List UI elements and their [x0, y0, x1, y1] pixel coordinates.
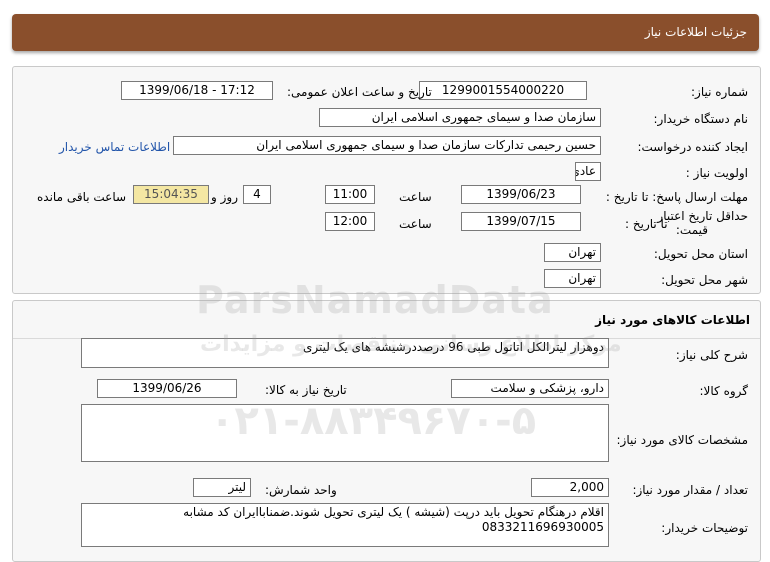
province-field[interactable]: تهران: [544, 243, 601, 262]
page-header: جزئیات اطلاعات نیاز: [12, 14, 759, 51]
reply-deadline-label: مهلت ارسال پاسخ: تا تاریخ :: [605, 190, 748, 204]
requester-label: ایجاد کننده درخواست:: [637, 140, 748, 154]
goods-info-panel: اطلاعات کالاهای مورد نیاز شرح کلی نیاز: …: [12, 300, 761, 562]
reply-time-field[interactable]: 11:00: [325, 185, 375, 204]
city-field[interactable]: تهران: [544, 269, 601, 288]
until-date-label: تا تاریخ :: [625, 217, 668, 231]
validity-time-field[interactable]: 12:00: [325, 212, 375, 231]
priority-field[interactable]: عادی: [575, 162, 601, 181]
need-date-label: تاریخ نیاز به کالا:: [265, 383, 347, 397]
qty-label: تعداد / مقدار مورد نیاز:: [632, 483, 748, 497]
announce-label: تاریخ و ساعت اعلان عمومی:: [287, 85, 432, 99]
need-info-panel: شماره نیاز: 1299001554000220 تاریخ و ساع…: [12, 66, 761, 294]
province-label: استان محل تحویل:: [653, 247, 748, 261]
price-validity-label: حداقل تاریخ اعتبار: [657, 209, 748, 223]
buyer-org-label: نام دستگاه خریدار:: [653, 112, 749, 126]
priority-label: اولویت نیاز :: [685, 166, 748, 180]
buyer-notes-field[interactable]: اقلام درهنگام تحویل باید درپت (شیشه ) یک…: [81, 503, 609, 547]
requester-field[interactable]: حسین رحیمی تدارکات سازمان صدا و سیمای جم…: [173, 136, 601, 155]
general-desc-field[interactable]: دوهزار لیترالکل اتانول طبی 96 درصددرشیشه…: [81, 338, 609, 368]
buyer-contact-link[interactable]: اطلاعات تماس خریدار: [59, 140, 170, 154]
buyer-notes-label: توضیحات خریدار:: [661, 521, 748, 535]
specs-field[interactable]: [81, 404, 609, 462]
need-number-label: شماره نیاز:: [691, 85, 748, 99]
validity-time-label: ساعت: [399, 217, 432, 231]
qty-field[interactable]: 2,000: [531, 478, 609, 497]
goods-section-title: اطلاعات کالاهای مورد نیاز: [595, 313, 750, 327]
unit-field[interactable]: لیتر: [193, 478, 251, 497]
reply-time-label: ساعت: [399, 190, 432, 204]
days-field[interactable]: 4: [243, 185, 271, 204]
need-number-field[interactable]: 1299001554000220: [419, 81, 587, 100]
price-validity-label-2: قیمت:: [675, 223, 708, 237]
goods-group-label: گروه کالا:: [699, 384, 749, 398]
need-date-field[interactable]: 1399/06/26: [97, 379, 237, 398]
announce-field[interactable]: 1399/06/18 - 17:12: [121, 81, 273, 100]
reply-date-field[interactable]: 1399/06/23: [461, 185, 581, 204]
city-label: شهر محل تحویل:: [661, 273, 748, 287]
general-desc-label: شرح کلی نیاز:: [675, 348, 748, 362]
days-label: روز و: [211, 190, 238, 204]
buyer-org-field[interactable]: سازمان صدا و سیمای جمهوری اسلامی ایران: [319, 108, 601, 127]
goods-group-field[interactable]: دارو، پزشکی و سلامت: [451, 379, 609, 398]
page-title: جزئیات اطلاعات نیاز: [644, 25, 747, 39]
specs-label: مشخصات کالای مورد نیاز:: [616, 433, 748, 447]
remaining-label: ساعت باقی مانده: [37, 190, 127, 204]
unit-label: واحد شمارش:: [265, 483, 337, 497]
remaining-time-field: 15:04:35: [133, 185, 209, 204]
validity-date-field[interactable]: 1399/07/15: [461, 212, 581, 231]
